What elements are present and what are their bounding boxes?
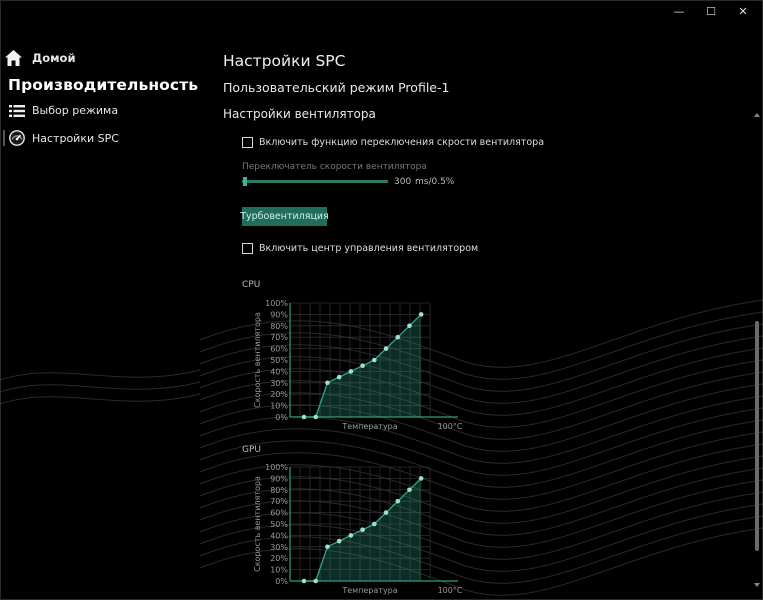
section-heading: Настройки вентилятора — [223, 107, 376, 121]
curve-point — [418, 312, 424, 317]
curve-point — [395, 498, 401, 504]
sidebar-item-label: Настройки SPC — [32, 131, 119, 145]
gpu-fan-curve-chart[interactable]: 100% 90% 80% 70% 60% 50% 40% 30% 20% 10% 0% Темпера… — [240, 458, 470, 598]
y-tick-label: 60% — [270, 509, 288, 518]
home-icon — [5, 50, 22, 66]
y-tick-label: 30% — [270, 543, 288, 552]
control-center-checkbox[interactable] — [242, 243, 253, 254]
curve-point — [418, 476, 424, 481]
gauge-icon — [9, 130, 25, 146]
y-tick-label: 30% — [270, 379, 288, 388]
home-label: Домой — [32, 51, 76, 65]
curve-point — [383, 346, 389, 351]
sidebar: Домой Производительность Выбор режима На… — [0, 0, 210, 600]
y-tick-label: 10% — [270, 566, 288, 575]
y-tick-label: 0% — [275, 577, 288, 586]
scrollbar[interactable] — [752, 111, 760, 591]
home-link[interactable]: Домой — [5, 50, 76, 66]
curve-point — [313, 578, 319, 584]
sidebar-item-mode[interactable]: Выбор режима — [9, 104, 118, 117]
fan-switch-label: Включить функцию переключения скрости ве… — [259, 137, 545, 148]
section-title: Производительность — [8, 76, 199, 94]
x-axis-label: Температура — [341, 422, 397, 431]
active-indicator — [3, 130, 5, 146]
curve-point — [325, 544, 330, 550]
y-tick-label: 90% — [270, 310, 288, 319]
scroll-up-arrow-icon[interactable] — [754, 113, 760, 117]
curve-point — [407, 323, 412, 329]
control-center-option[interactable]: Включить центр управления вентилятором — [242, 243, 478, 254]
y-tick-label: 80% — [270, 322, 288, 331]
curve-point — [407, 487, 412, 493]
curve-point — [336, 538, 342, 544]
y-tick-label: 10% — [270, 402, 288, 411]
cpu-fan-curve-chart[interactable]: 100% 90% 80% 70% 60% 50% 40% 30% 20% 10% 0% Темпера… — [240, 294, 470, 434]
y-tick-label: 100% — [265, 299, 288, 308]
y-tick-label: 80% — [270, 486, 288, 495]
y-tick-label: 70% — [270, 497, 288, 506]
maximize-button[interactable]: ☐ — [695, 4, 727, 18]
window-controls: — ☐ ✕ — [663, 4, 759, 18]
y-tick-label: 40% — [270, 531, 288, 540]
x-end-label: 100°C — [438, 422, 463, 431]
fan-speed-slider[interactable] — [242, 180, 388, 183]
y-tick-label: 100% — [265, 463, 288, 472]
slider-value: 300 — [394, 177, 412, 187]
curve-point — [383, 510, 389, 515]
list-icon — [9, 104, 25, 117]
profile-label: Пользовательский режим Profile-1 — [223, 80, 450, 95]
gpu-chart-title: GPU — [242, 445, 261, 455]
curve-point — [336, 374, 342, 380]
curve-point — [372, 357, 377, 363]
curve-point — [301, 578, 307, 584]
curve-point — [360, 527, 365, 532]
y-tick-label: 90% — [270, 474, 288, 483]
curve-point — [325, 380, 330, 386]
x-end-label: 100°C — [438, 586, 463, 595]
x-axis-label: Температура — [341, 586, 397, 595]
y-tick-label: 50% — [270, 356, 288, 365]
y-tick-label: 20% — [270, 390, 288, 399]
curve-point — [313, 414, 319, 420]
curve-point — [301, 414, 307, 420]
y-tick-label: 60% — [270, 345, 288, 354]
y-tick-label: 70% — [270, 333, 288, 342]
turbo-button[interactable]: Турбовентиляция — [240, 207, 329, 226]
curve-point — [372, 521, 377, 527]
y-axis-label: Скорость вентилятора — [253, 476, 262, 572]
scroll-down-arrow-icon[interactable] — [754, 583, 760, 587]
fan-switch-option[interactable]: Включить функцию переключения скрости ве… — [242, 137, 544, 148]
curve-point — [348, 533, 354, 538]
slider-label: Переключатель скорости вентилятора — [242, 162, 427, 172]
fan-switch-checkbox[interactable] — [242, 137, 253, 148]
sidebar-item-label: Выбор режима — [32, 104, 119, 117]
scroll-thumb[interactable] — [755, 321, 759, 551]
y-tick-label: 40% — [270, 367, 288, 376]
y-tick-label: 0% — [275, 413, 288, 422]
curve-point — [360, 363, 365, 368]
cpu-chart-title: CPU — [242, 280, 261, 290]
minimize-button[interactable]: — — [663, 4, 695, 18]
y-tick-label: 50% — [270, 520, 288, 529]
curve-point — [395, 334, 401, 340]
close-button[interactable]: ✕ — [727, 4, 759, 18]
y-axis-label: Скорость вентилятора — [253, 312, 262, 408]
y-tick-label: 20% — [270, 554, 288, 563]
page-title: Настройки SPC — [223, 52, 346, 70]
control-center-label: Включить центр управления вентилятором — [259, 243, 479, 254]
sidebar-item-spc[interactable]: Настройки SPC — [3, 130, 119, 146]
curve-point — [348, 369, 354, 374]
slider-unit: ms/0.5% — [415, 177, 455, 187]
slider-handle[interactable] — [243, 177, 247, 186]
